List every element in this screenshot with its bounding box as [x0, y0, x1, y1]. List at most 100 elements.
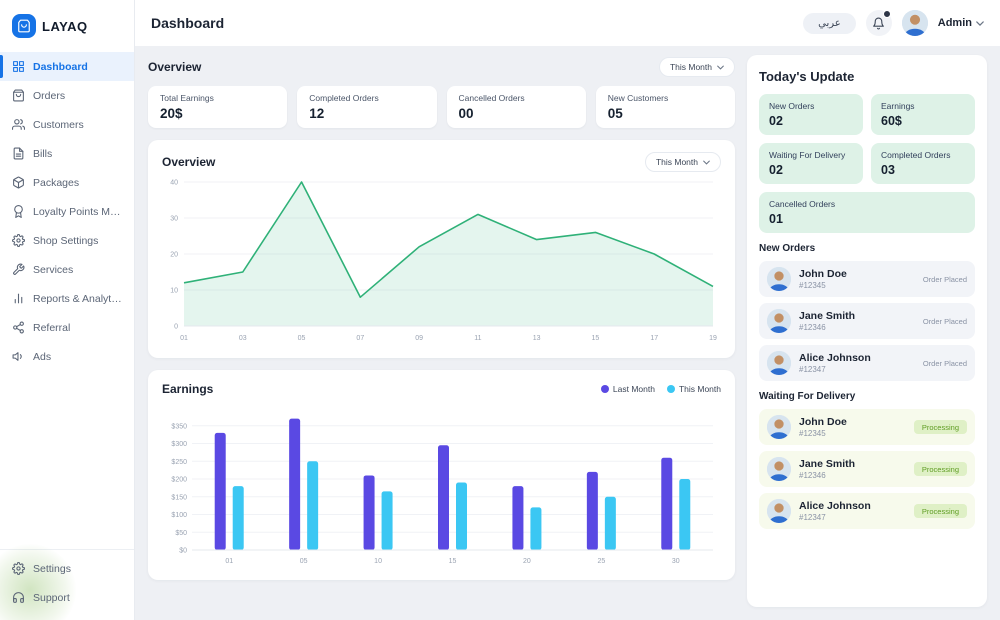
orders-icon	[12, 89, 25, 102]
settings-icon	[12, 562, 25, 575]
stat-label: Completed Orders	[881, 150, 951, 160]
notifications-button[interactable]	[865, 10, 892, 36]
sidebar-item-label: Orders	[33, 89, 66, 102]
notification-badge	[882, 10, 891, 18]
sidebar-item-label: Reports & Analytics	[33, 292, 122, 305]
loyalty-icon	[12, 205, 25, 218]
overview-chart-card: Overview This Month 0 10 20 30 40 01 03 05 07 09 1…	[148, 140, 735, 358]
app-name: LAYAQ	[42, 18, 88, 34]
stat-label: Cancelled Orders	[769, 199, 836, 209]
stat-label: New Customers	[607, 93, 669, 103]
reports-icon	[12, 292, 25, 305]
earnings-legend: Last Month This Month	[600, 384, 721, 394]
overview-chart-filter-dropdown[interactable]: This Month	[644, 152, 721, 172]
chevron-down-icon	[703, 160, 710, 165]
earnings-bar-chart: $0 $50 $100 $150 $200 $250 $300 $350 01 05 10 15 20 2…	[171, 418, 713, 565]
svg-text:05: 05	[298, 335, 306, 342]
order-item[interactable]: John Doe #12345 Processing	[759, 409, 975, 445]
sidebar-item-customers[interactable]: Customers	[0, 110, 134, 139]
stat-value: 01	[769, 212, 783, 226]
earnings-chart-header: Earnings Last Month This Month	[162, 382, 721, 396]
app-logo: LAYAQ	[0, 0, 134, 52]
svg-text:09: 09	[415, 335, 423, 342]
sidebar-item-label: Packages	[33, 176, 80, 189]
order-item[interactable]: Alice Johnson #12347 Order Placed	[759, 345, 975, 381]
sidebar-item-orders[interactable]: Orders	[0, 81, 134, 110]
bell-icon	[873, 17, 885, 29]
sidebar-item-label: Shop Settings	[33, 234, 99, 247]
sidebar-item-shop-settings[interactable]: Shop Settings	[0, 226, 134, 255]
filter-label: This Month	[669, 62, 712, 72]
svg-text:03: 03	[239, 335, 247, 342]
svg-text:30: 30	[170, 216, 178, 223]
svg-text:19: 19	[709, 335, 717, 342]
stat-label: Earnings	[881, 101, 915, 111]
today-stat-cancelled-orders: Cancelled Orders 01	[759, 192, 975, 233]
user-menu[interactable]: Admin	[938, 17, 984, 29]
sidebar-item-label: Customers	[33, 118, 84, 131]
stat-value: 00	[458, 106, 474, 121]
customer-name: Jane Smith	[799, 457, 856, 470]
svg-text:05: 05	[300, 558, 308, 565]
filter-label: This Month	[655, 157, 698, 167]
sidebar-item-ads[interactable]: Ads	[0, 342, 134, 371]
today-stat-waiting-for-delivery: Waiting For Delivery 02	[759, 143, 863, 184]
svg-text:17: 17	[650, 335, 658, 342]
overview-filter-dropdown[interactable]: This Month	[658, 57, 735, 77]
stat-card-total-earnings: Total Earnings 20$	[148, 86, 288, 128]
stat-value: 12	[309, 106, 325, 121]
order-item[interactable]: Alice Johnson #12347 Processing	[759, 493, 975, 529]
dashboard-icon	[12, 60, 25, 73]
stat-label: New Orders	[769, 101, 815, 111]
stat-value: 02	[769, 163, 783, 177]
stat-label: Cancelled Orders	[458, 93, 525, 103]
svg-text:$100: $100	[171, 512, 187, 519]
user-avatar[interactable]	[901, 10, 928, 36]
new-orders-title: New Orders	[759, 243, 816, 254]
sidebar-item-label: Dashboard	[33, 60, 88, 73]
svg-text:01: 01	[225, 558, 233, 565]
earnings-chart-title: Earnings	[162, 382, 214, 396]
sidebar-item-loyalty-points-manage[interactable]: Loyalty Points Manage...	[0, 197, 134, 226]
order-id: #12346	[799, 323, 826, 333]
processing-badge: Processing	[913, 504, 967, 518]
overview-section-header: Overview This Month	[148, 57, 735, 77]
processing-badge: Processing	[913, 462, 967, 476]
page-title: Dashboard	[151, 15, 225, 31]
language-toggle-button[interactable]: عربي	[803, 12, 856, 34]
topbar-actions: عربي Admin	[803, 10, 984, 36]
svg-text:$250: $250	[171, 459, 187, 466]
svg-text:$200: $200	[171, 477, 187, 484]
sidebar-item-referral[interactable]: Referral	[0, 313, 134, 342]
sidebar-item-services[interactable]: Services	[0, 255, 134, 284]
svg-text:15: 15	[592, 335, 600, 342]
sidebar-item-settings[interactable]: Settings	[0, 554, 134, 583]
sidebar-item-packages[interactable]: Packages	[0, 168, 134, 197]
sidebar-item-dashboard[interactable]: Dashboard	[0, 52, 134, 81]
avatar	[767, 415, 791, 439]
sidebar-item-support[interactable]: Support	[0, 583, 134, 612]
main-area: Dashboard عربي Admin Overview This Month…	[135, 0, 1000, 620]
order-item[interactable]: Jane Smith #12346 Processing	[759, 451, 975, 487]
chevron-down-icon	[976, 20, 984, 26]
order-status-text: Order Placed	[922, 316, 967, 326]
sidebar-item-label: Services	[33, 263, 74, 276]
today-stat-completed-orders: Completed Orders 03	[871, 143, 975, 184]
svg-text:0: 0	[174, 324, 178, 331]
svg-text:$150: $150	[171, 494, 187, 501]
waiting-delivery-title: Waiting For Delivery	[759, 391, 856, 402]
sidebar-item-bills[interactable]: Bills	[0, 139, 134, 168]
order-item[interactable]: John Doe #12345 Order Placed	[759, 261, 975, 297]
legend-last-month: Last Month	[600, 384, 655, 394]
legend-dot-this-month	[666, 385, 675, 393]
sidebar-item-label: Ads	[33, 350, 52, 363]
sidebar-item-reports-analytics[interactable]: Reports & Analytics	[0, 284, 134, 313]
legend-label: Last Month	[612, 384, 655, 394]
svg-text:15: 15	[449, 558, 457, 565]
customers-icon	[12, 118, 25, 131]
customer-name: John Doe	[799, 267, 847, 280]
svg-text:$0: $0	[179, 548, 187, 555]
order-item[interactable]: Jane Smith #12346 Order Placed	[759, 303, 975, 339]
app-root: LAYAQ Dashboard Orders Customers Bills Packa…	[0, 0, 1000, 620]
today-stat-earnings: Earnings 60$	[871, 94, 975, 135]
